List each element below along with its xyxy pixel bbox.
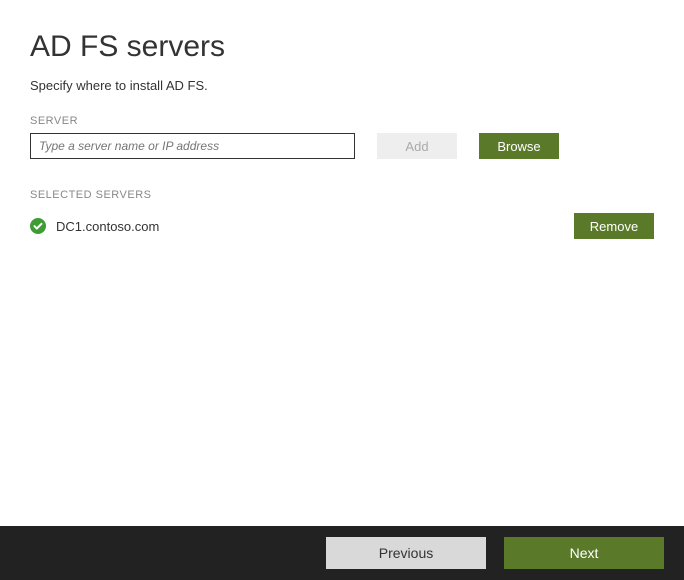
selected-server-name: DC1.contoso.com — [56, 219, 159, 234]
main-content: AD FS servers Specify where to install A… — [0, 0, 684, 239]
previous-button[interactable]: Previous — [326, 537, 486, 569]
selected-server-row: DC1.contoso.com Remove — [30, 213, 654, 239]
remove-button[interactable]: Remove — [574, 213, 654, 239]
wizard-footer: Previous Next — [0, 526, 684, 580]
next-button[interactable]: Next — [504, 537, 664, 569]
selected-server-item: DC1.contoso.com — [30, 218, 159, 234]
checkmark-success-icon — [30, 218, 46, 234]
page-title: AD FS servers — [30, 30, 654, 64]
add-button[interactable]: Add — [377, 133, 457, 159]
server-field-label: SERVER — [30, 115, 654, 127]
browse-button[interactable]: Browse — [479, 133, 559, 159]
server-input-row: Add Browse — [30, 133, 654, 159]
page-subtitle: Specify where to install AD FS. — [30, 78, 654, 93]
selected-servers-label: SELECTED SERVERS — [30, 189, 654, 201]
server-name-input[interactable] — [30, 133, 355, 159]
